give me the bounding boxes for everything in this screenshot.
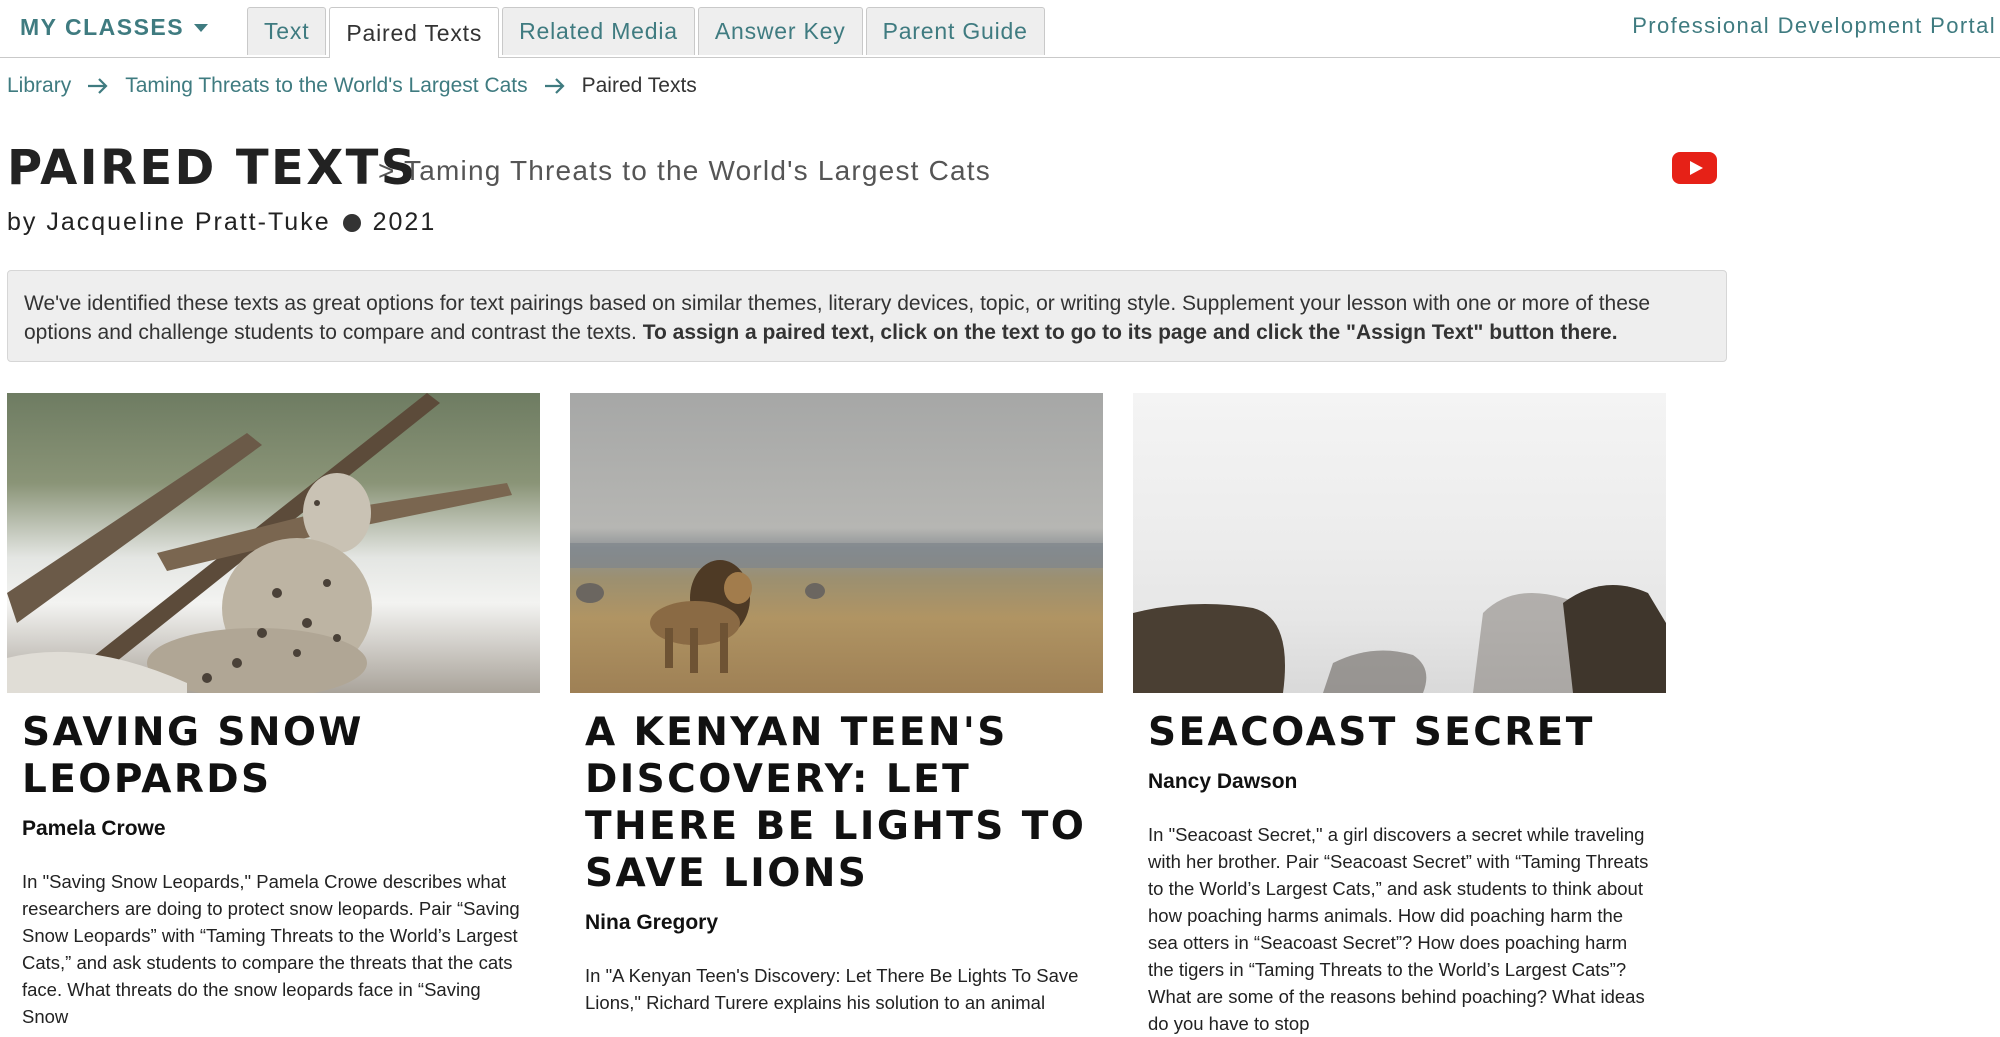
snow-leopard-image: [7, 393, 540, 693]
card-description: In "Seacoast Secret," a girl discovers a…: [1148, 824, 1649, 1034]
youtube-icon[interactable]: [1672, 152, 1717, 184]
page-title: PAIRED TEXTS: [7, 140, 418, 196]
caret-down-icon: [194, 23, 209, 32]
info-box: We've identified these texts as great op…: [7, 270, 1727, 362]
card-title[interactable]: SEACOAST SECRET: [1148, 709, 1651, 756]
arrow-right-icon: [544, 78, 565, 94]
tab-bar: Text Paired Texts Related Media Answer K…: [247, 7, 1048, 58]
byline: by Jacqueline Pratt-Tuke 2021: [7, 208, 436, 237]
info-instruction: To assign a paired text, click on the te…: [642, 321, 1618, 344]
seacoast-image: [1133, 393, 1666, 693]
card-author: Nancy Dawson: [1148, 770, 1298, 793]
tab-related-media[interactable]: Related Media: [502, 7, 695, 55]
card-author: Pamela Crowe: [22, 817, 166, 840]
my-classes-dropdown[interactable]: MY CLASSES: [20, 14, 209, 41]
tab-answer-key[interactable]: Answer Key: [697, 7, 863, 55]
paired-text-card[interactable]: SEACOAST SECRET Nancy Dawson In "Seacoas…: [1133, 393, 1666, 1037]
tab-text[interactable]: Text: [247, 7, 327, 55]
author-name: by Jacqueline Pratt-Tuke: [7, 208, 331, 236]
breadcrumb: Library Taming Threats to the World's La…: [7, 74, 697, 98]
top-nav: MY CLASSES Text Paired Texts Related Med…: [0, 0, 2000, 58]
breadcrumb-current: Paired Texts: [581, 74, 697, 97]
page-subtitle: > Taming Threats to the World's Largest …: [378, 155, 991, 186]
card-description: In "A Kenyan Teen's Discovery: Let There…: [585, 965, 1079, 1013]
card-title[interactable]: A KENYAN TEEN'S DISCOVERY: LET THERE BE …: [585, 709, 1088, 897]
arrow-right-icon: [88, 78, 108, 94]
dot-separator: [342, 213, 361, 232]
breadcrumb-library[interactable]: Library: [7, 74, 71, 98]
tab-paired-texts[interactable]: Paired Texts: [329, 7, 500, 58]
pd-portal-link[interactable]: Professional Development Portal: [1632, 13, 1996, 39]
paired-text-card[interactable]: A KENYAN TEEN'S DISCOVERY: LET THERE BE …: [570, 393, 1103, 1016]
tab-parent-guide[interactable]: Parent Guide: [865, 7, 1045, 55]
breadcrumb-parent-text[interactable]: Taming Threats to the World's Largest Ca…: [125, 74, 527, 98]
my-classes-label: MY CLASSES: [20, 14, 185, 40]
card-author: Nina Gregory: [585, 911, 719, 934]
card-description: In "Saving Snow Leopards," Pamela Crowe …: [22, 871, 520, 1027]
lion-image: [570, 393, 1103, 693]
publish-year: 2021: [372, 208, 437, 236]
card-title[interactable]: SAVING SNOW LEOPARDS: [22, 709, 525, 803]
paired-text-card[interactable]: SAVING SNOW LEOPARDS Pamela Crowe In "Sa…: [7, 393, 540, 1030]
